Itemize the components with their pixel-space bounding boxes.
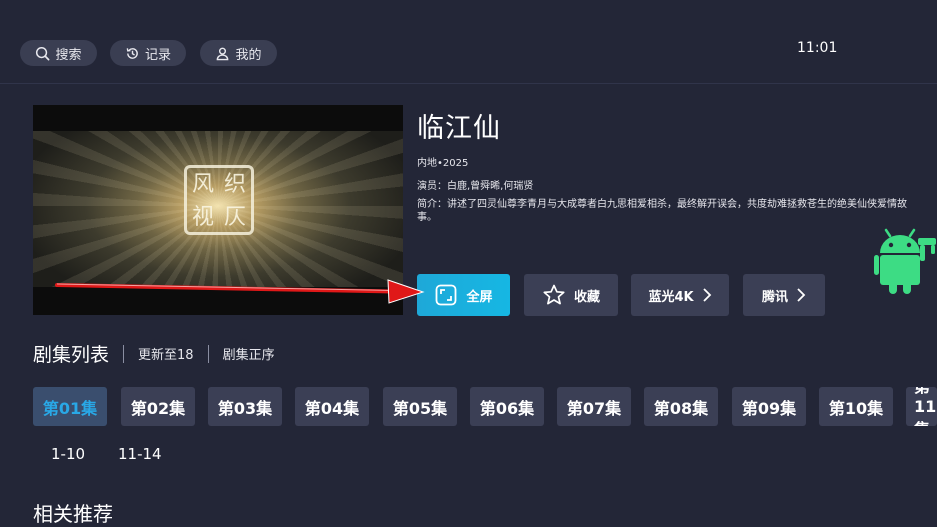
related-section-title: 相关推荐	[33, 502, 113, 526]
range-tab-11-14[interactable]: 11-14	[118, 445, 162, 463]
episode-button[interactable]: 第01集	[33, 387, 107, 426]
divider	[123, 344, 125, 363]
episode-button[interactable]: 第02集	[121, 387, 195, 426]
episode-list-header: 剧集列表 更新至18 剧集正序	[33, 340, 275, 367]
annotation-arrow	[55, 279, 425, 304]
episode-button[interactable]: 第10集	[819, 387, 893, 426]
range-tab-1-10[interactable]: 1-10	[51, 445, 85, 463]
episode-button[interactable]: 第03集	[208, 387, 282, 426]
episode-button[interactable]: 第05集	[383, 387, 457, 426]
episode-button[interactable]: 第11集	[906, 387, 937, 426]
episode-list-title: 剧集列表	[33, 344, 110, 366]
update-status: 更新至18	[138, 348, 194, 363]
episode-button[interactable]: 第09集	[732, 387, 806, 426]
episode-button[interactable]: 第07集	[557, 387, 631, 426]
episode-button[interactable]: 第06集	[470, 387, 544, 426]
sort-order-toggle[interactable]: 剧集正序	[223, 344, 275, 363]
divider	[207, 344, 209, 363]
episode-button[interactable]: 第04集	[295, 387, 369, 426]
episode-button[interactable]: 第08集	[644, 387, 718, 426]
